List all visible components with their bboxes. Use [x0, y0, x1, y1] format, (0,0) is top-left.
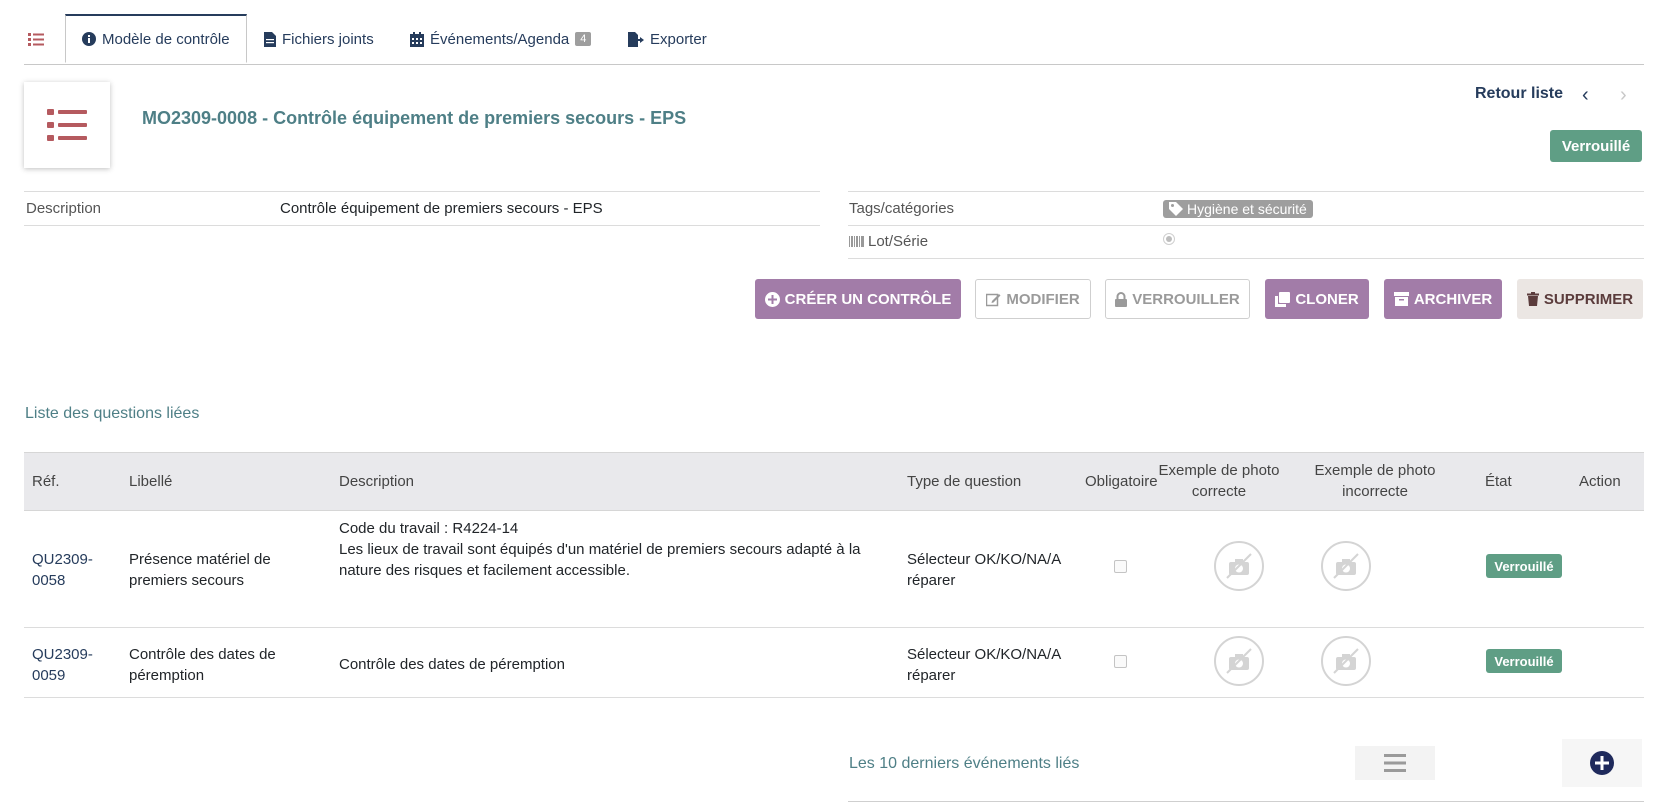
object-logo [24, 82, 110, 168]
status-badge: Verrouillé [1486, 649, 1562, 673]
barcode-icon [849, 236, 864, 247]
plus-circle-icon [1590, 751, 1614, 775]
tab-label: Fichiers joints [282, 30, 374, 48]
tab-evenements-agenda[interactable]: Événements/Agenda 4 [410, 14, 592, 64]
edit-icon [986, 293, 1001, 306]
tab-label: Exporter [650, 30, 707, 48]
no-photo-icon [1321, 636, 1371, 686]
tags-label: Tags/catégories [849, 200, 955, 217]
col-action: Action [1579, 473, 1621, 490]
row-label: Présence matériel de premiers secours [129, 551, 271, 589]
info-circle-icon [82, 32, 96, 46]
lock-button[interactable]: VERROUILLER [1105, 279, 1250, 319]
archive-button[interactable]: ARCHIVER [1384, 279, 1502, 319]
add-event-button[interactable] [1562, 739, 1642, 787]
tab-exporter[interactable]: Exporter [628, 14, 707, 64]
status-badge: Verrouillé [1550, 130, 1642, 162]
events-section-title: Les 10 derniers événements liés [849, 755, 1080, 772]
event-count-badge: 4 [575, 32, 592, 46]
trash-icon [1526, 292, 1539, 306]
divider [24, 225, 820, 226]
divider [848, 258, 1644, 259]
mandatory-checkbox[interactable] [1114, 655, 1127, 668]
events-list-button[interactable] [1355, 746, 1435, 780]
divider [24, 697, 1644, 698]
modify-button[interactable]: MODIFIER [975, 279, 1091, 319]
col-ref: Réf. [32, 473, 60, 490]
divider [848, 225, 1644, 226]
divider [848, 191, 1644, 192]
menu-icon [1384, 754, 1406, 772]
divider [24, 627, 1644, 628]
calendar-icon [410, 31, 424, 47]
row-description: Contrôle des dates de péremption [339, 656, 565, 673]
create-control-button[interactable]: CRÉER UN CONTRÔLE [755, 279, 961, 319]
archive-icon [1393, 292, 1409, 306]
tab-label: Modèle de contrôle [102, 30, 230, 48]
col-mandatory: Obligatoire [1085, 473, 1158, 490]
col-state: État [1485, 473, 1512, 490]
chevron-left-icon[interactable]: ‹ [1582, 84, 1589, 107]
clone-icon [1275, 291, 1291, 307]
lot-serie-label: Lot/Série [849, 233, 928, 250]
no-photo-icon [1214, 541, 1264, 591]
col-type: Type de question [907, 473, 1022, 490]
no-photo-icon [1214, 636, 1264, 686]
tag-badge[interactable]: Hygiène et sécurité [1163, 200, 1313, 218]
tab-bar: Modèle de contrôle Fichiers joints Événe… [24, 14, 1644, 65]
plus-circle-icon [764, 291, 780, 307]
col-description: Description [339, 473, 415, 490]
tab-list[interactable] [28, 14, 44, 64]
file-icon [264, 31, 276, 47]
col-label: Libellé [129, 473, 173, 490]
description-label: Description [26, 200, 102, 217]
description-value: Contrôle équipement de premiers secours … [280, 200, 603, 217]
row-description: Code du travail : R4224-14 Les lieux de … [339, 520, 861, 579]
lot-serie-radio[interactable] [1163, 233, 1175, 245]
row-type: Sélecteur OK/KO/NA/A réparer [907, 551, 1062, 589]
list-icon [28, 33, 44, 46]
status-badge: Verrouillé [1486, 554, 1562, 578]
divider [24, 191, 820, 192]
mandatory-checkbox[interactable] [1114, 560, 1127, 573]
divider [848, 801, 1644, 802]
list-icon [47, 109, 87, 141]
col-photo-incorrect: Exemple de photo incorrecte [1314, 462, 1436, 500]
no-photo-icon [1321, 541, 1371, 591]
row-type: Sélecteur OK/KO/NA/A réparer [907, 646, 1062, 684]
file-export-icon [628, 31, 644, 47]
table-header: Réf. Libellé Description Type de questio… [24, 452, 1644, 511]
questions-section-title: Liste des questions liées [25, 405, 200, 422]
clone-button[interactable]: CLONER [1265, 279, 1369, 319]
lock-icon [1115, 291, 1128, 307]
tag-label: Hygiène et sécurité [1187, 201, 1307, 217]
tab-fichiers-joints[interactable]: Fichiers joints [264, 14, 374, 64]
tab-modele-de-controle[interactable]: Modèle de contrôle [65, 14, 247, 63]
row-ref[interactable]: QU2309- 0058 [32, 549, 93, 591]
tag-icon [1169, 202, 1183, 216]
page-title: MO2309-0008 - Contrôle équipement de pre… [142, 108, 687, 128]
back-to-list-link[interactable]: Retour liste [1475, 85, 1563, 103]
col-photo-correct: Exemple de photo correcte [1158, 462, 1280, 500]
row-label: Contrôle des dates de péremption [129, 646, 276, 684]
tab-label: Événements/Agenda [430, 30, 570, 48]
delete-button[interactable]: SUPPRIMER [1517, 279, 1643, 319]
chevron-right-icon[interactable]: › [1620, 84, 1627, 107]
row-ref[interactable]: QU2309- 0059 [32, 644, 93, 686]
